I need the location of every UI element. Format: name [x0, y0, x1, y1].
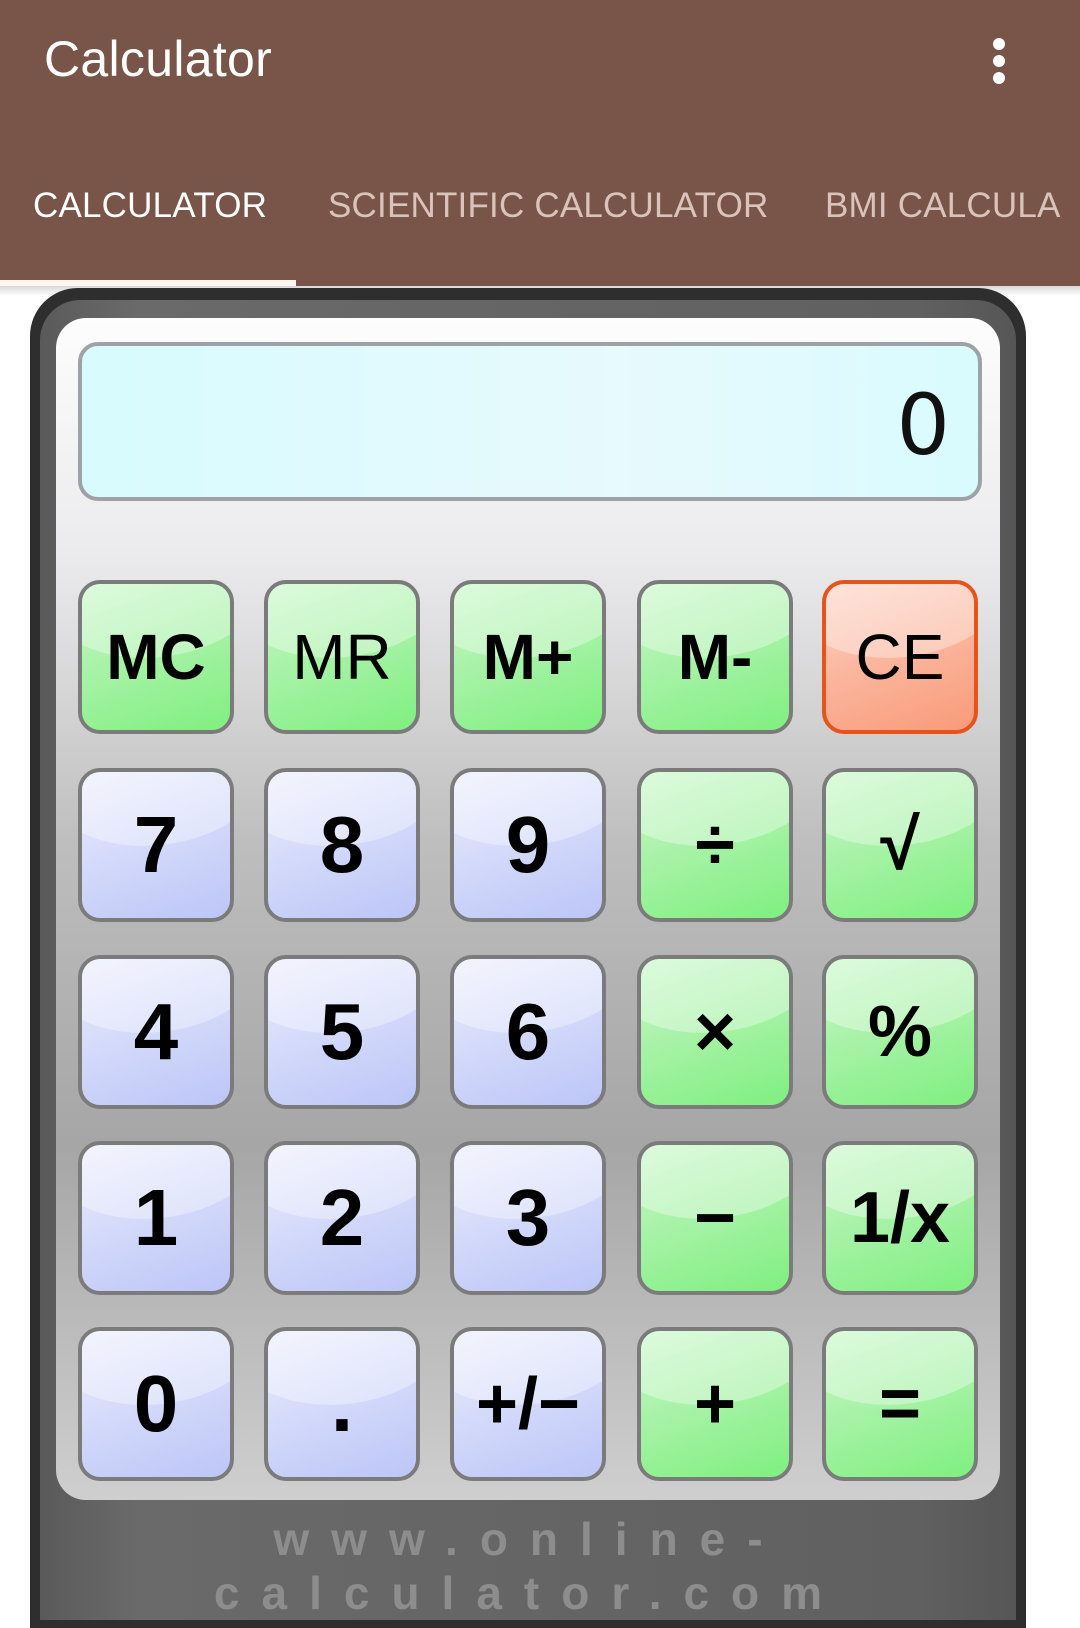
digit-5-button[interactable]: 5 [264, 955, 420, 1109]
button-label: × [693, 992, 737, 1072]
button-label: − [693, 1178, 737, 1258]
button-label: +/− [475, 1364, 581, 1444]
tab-calculator[interactable]: CALCULATOR [33, 186, 267, 226]
button-label: 5 [319, 987, 365, 1076]
button-label: √ [880, 805, 920, 885]
digit-6-button[interactable]: 6 [450, 955, 606, 1109]
button-label: MR [292, 621, 392, 693]
button-label: 9 [505, 800, 551, 889]
display-value: 0 [896, 376, 950, 474]
button-label: % [867, 992, 933, 1072]
button-label: MC [106, 621, 206, 693]
button-label: ÷ [695, 805, 735, 885]
tab-scientific-calculator[interactable]: SCIENTIFIC CALCULATOR [328, 186, 768, 226]
more-options-button[interactable] [982, 36, 1016, 86]
sign-toggle-button[interactable]: +/− [450, 1327, 606, 1481]
equals-button[interactable]: = [822, 1327, 978, 1481]
multiply-button[interactable]: × [637, 955, 793, 1109]
button-label: 8 [319, 800, 365, 889]
button-label: = [878, 1364, 922, 1444]
memory-subtract-button[interactable]: M- [637, 580, 793, 734]
button-label: M- [677, 621, 753, 693]
button-label: CE [855, 621, 945, 693]
digit-2-button[interactable]: 2 [264, 1141, 420, 1295]
memory-add-button[interactable]: M+ [450, 580, 606, 734]
button-label: . [330, 1359, 354, 1448]
reciprocal-button[interactable]: 1/x [822, 1141, 978, 1295]
more-vert-icon-dot [993, 55, 1005, 67]
clear-entry-button[interactable]: CE [822, 580, 978, 734]
divide-button[interactable]: ÷ [637, 768, 793, 922]
digit-9-button[interactable]: 9 [450, 768, 606, 922]
button-label: M+ [482, 621, 574, 693]
subtract-button[interactable]: − [637, 1141, 793, 1295]
button-label: 1/x [849, 1178, 951, 1258]
more-vert-icon-dot [993, 72, 1005, 84]
button-label: 6 [505, 987, 551, 1076]
digit-1-button[interactable]: 1 [78, 1141, 234, 1295]
footer-url: www.online-calculator.com [213, 1513, 845, 1619]
button-label: 2 [319, 1173, 365, 1262]
add-button[interactable]: + [637, 1327, 793, 1481]
memory-recall-button[interactable]: MR [264, 580, 420, 734]
app-title: Calculator [44, 31, 273, 87]
button-label: 3 [505, 1173, 551, 1262]
button-label: 1 [133, 1173, 179, 1262]
digit-3-button[interactable]: 3 [450, 1141, 606, 1295]
square-root-button[interactable]: √ [822, 768, 978, 922]
digit-4-button[interactable]: 4 [78, 955, 234, 1109]
decimal-button[interactable]: . [264, 1327, 420, 1481]
digit-8-button[interactable]: 8 [264, 768, 420, 922]
more-vert-icon [993, 38, 1005, 50]
button-label: 0 [133, 1359, 179, 1448]
percent-button[interactable]: % [822, 955, 978, 1109]
digit-0-button[interactable]: 0 [78, 1327, 234, 1481]
button-label: 7 [133, 800, 179, 889]
calculator-display: 0 [78, 342, 982, 501]
tab-bmi-calculator[interactable]: BMI CALCULA [825, 186, 1061, 226]
digit-7-button[interactable]: 7 [78, 768, 234, 922]
app-bar: Calculator CALCULATOR SCIENTIFIC CALCULA… [0, 0, 1080, 286]
button-label: 4 [133, 987, 179, 1076]
memory-clear-button[interactable]: MC [78, 580, 234, 734]
button-label: + [693, 1364, 737, 1444]
